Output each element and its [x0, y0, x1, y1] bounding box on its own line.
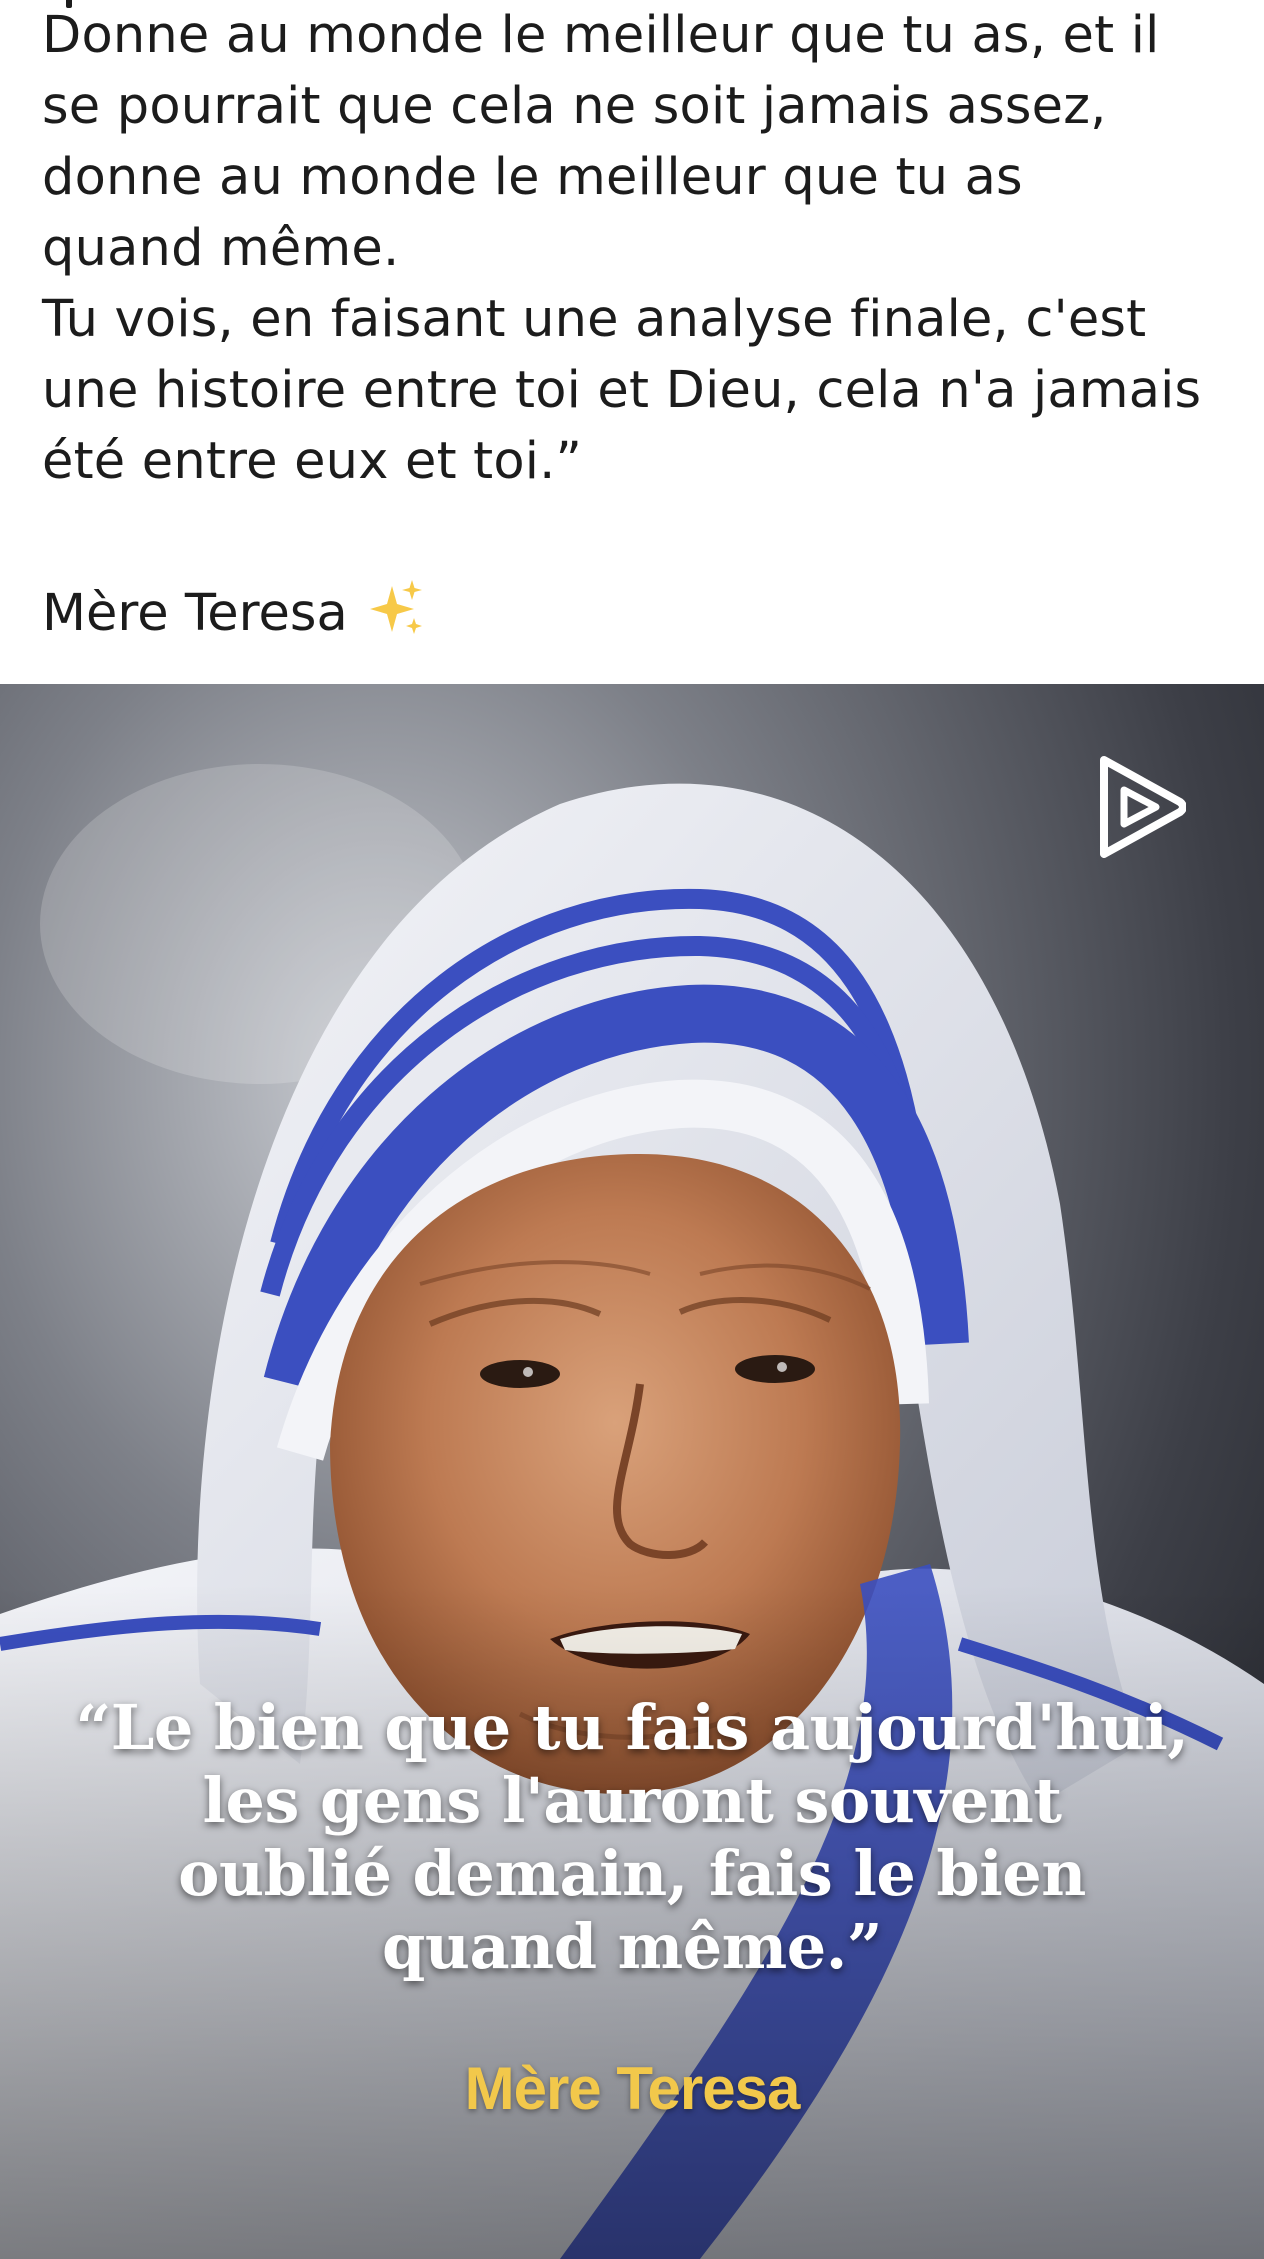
portrait-illustration — [0, 684, 1264, 2259]
post-signature: Mère Teresa — [42, 578, 428, 649]
caption-line: Donne au monde le meilleur que tu as, et… — [42, 6, 1160, 65]
post-photo[interactable]: “Le bien que tu fais aujourd'hui, les ge… — [0, 684, 1264, 2259]
caption-line: se pourrait que cela ne soit jamais asse… — [42, 77, 1107, 136]
signature-text: Mère Teresa — [42, 584, 348, 643]
caption-line: été entre eux et toi.” — [42, 432, 583, 491]
truncated-line-dot — [66, 0, 72, 8]
video-play-icon[interactable] — [1094, 754, 1186, 858]
caption-line: quand même. — [42, 219, 400, 278]
image-quote: “Le bien que tu fais aujourd'hui, les ge… — [0, 1691, 1264, 1983]
sparkles-icon — [369, 580, 422, 634]
quote-line: “Le bien que tu fais aujourd'hui, — [75, 1691, 1189, 1764]
caption-line: une histoire entre toi et Dieu, cela n'a… — [42, 361, 1202, 420]
quote-line: les gens l'auront souvent — [202, 1764, 1062, 1837]
image-author: Mère Teresa — [464, 2055, 801, 2122]
caption-line: Tu vois, en faisant une analyse finale, … — [42, 290, 1147, 349]
caption-line: donne au monde le meilleur que tu as — [42, 148, 1023, 207]
post-caption: Donne au monde le meilleur que tu as, et… — [42, 0, 1242, 497]
quote-line: oublié demain, fais le bien — [178, 1837, 1086, 1910]
quote-line: quand même.” — [382, 1910, 882, 1983]
